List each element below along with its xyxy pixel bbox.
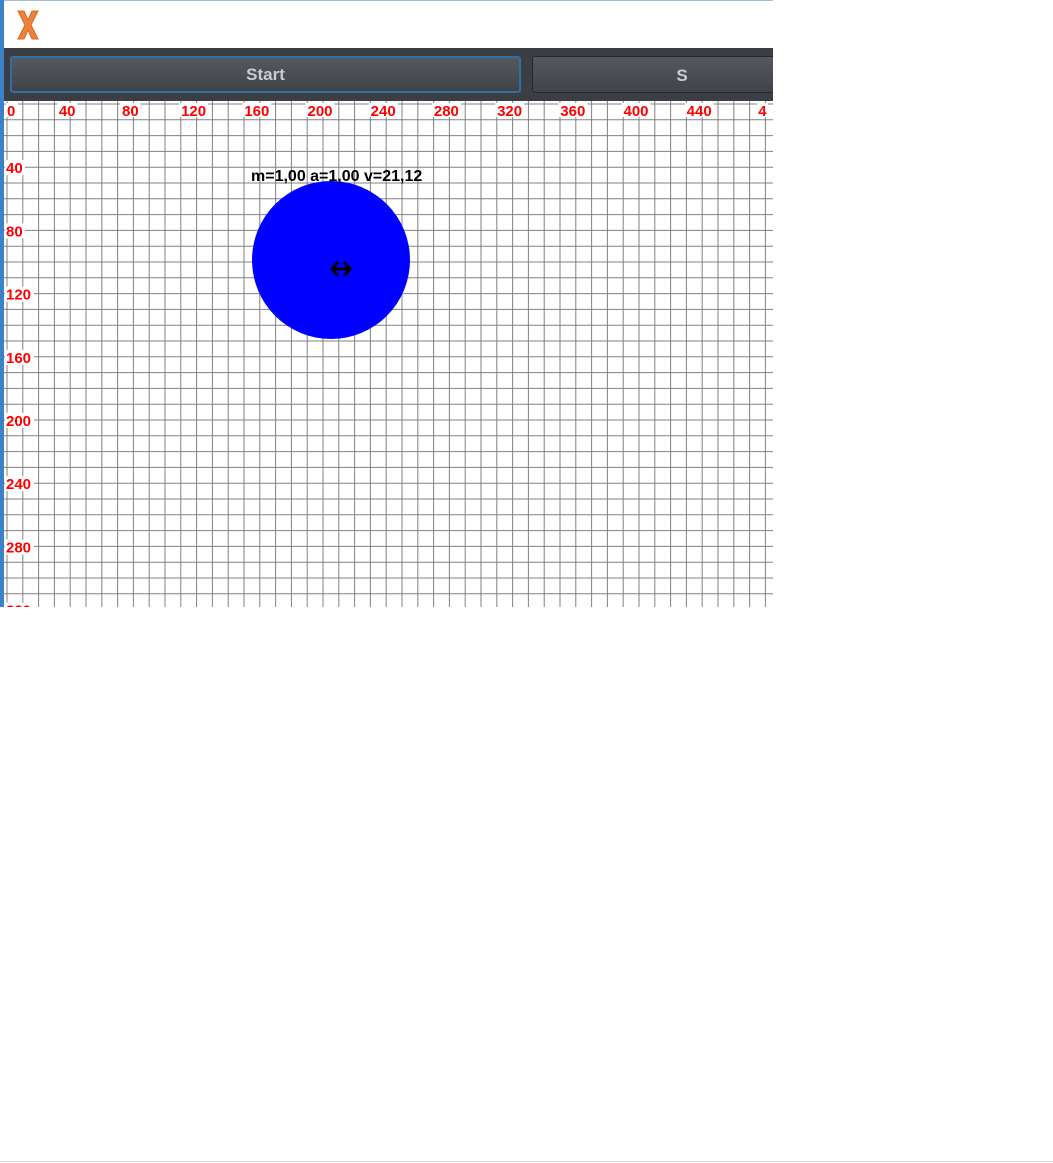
y-tick-label: 240	[6, 476, 31, 493]
window-left-border	[0, 0, 4, 607]
x-tick-label: 320	[497, 103, 522, 120]
x-tick-label: 280	[434, 103, 459, 120]
second-button[interactable]: S	[532, 56, 773, 93]
start-button[interactable]: Start	[10, 56, 521, 93]
x-tick-label: 40	[59, 103, 76, 120]
toolbar: Start S	[4, 48, 773, 101]
x-tick-label: 360	[560, 103, 585, 120]
y-tick-label: 80	[6, 223, 23, 240]
y-tick-label: 160	[6, 350, 31, 367]
footer-divider	[0, 1161, 1053, 1162]
x-tick-label: 160	[244, 103, 269, 120]
x-tick-label: 440	[687, 103, 712, 120]
grid-svg: 0 40 80 120 160 200 240 280 320 360 400 440 44080120…	[4, 101, 773, 607]
app-window: Start S 0 40 80 120 160 200 240 280 320 360 400 440…	[0, 0, 773, 607]
y-tick-label: 40	[6, 160, 23, 177]
x-tick-label: 120	[181, 103, 206, 120]
y-tick-label: 200	[6, 413, 31, 430]
y-tick-label: 320	[6, 603, 31, 607]
ball[interactable]	[252, 181, 410, 339]
y-tick-label: 120	[6, 287, 31, 304]
x-tick-label: 0	[7, 103, 15, 120]
x-tick-label: 240	[371, 103, 396, 120]
ball-info-label: m=1,00 a=1,00 v=21,12	[251, 168, 422, 185]
simulation-canvas[interactable]: 0 40 80 120 160 200 240 280 320 360 400 440 4 40 80 120…	[4, 101, 773, 607]
title-bar	[4, 1, 773, 48]
x-tick-label: 400	[623, 103, 648, 120]
y-tick-label: 280	[6, 539, 31, 556]
x-tick-label: 80	[122, 103, 139, 120]
x-tick-label: 4	[758, 103, 767, 120]
x-tick-label: 200	[307, 103, 332, 120]
x-logo-icon	[17, 10, 39, 40]
